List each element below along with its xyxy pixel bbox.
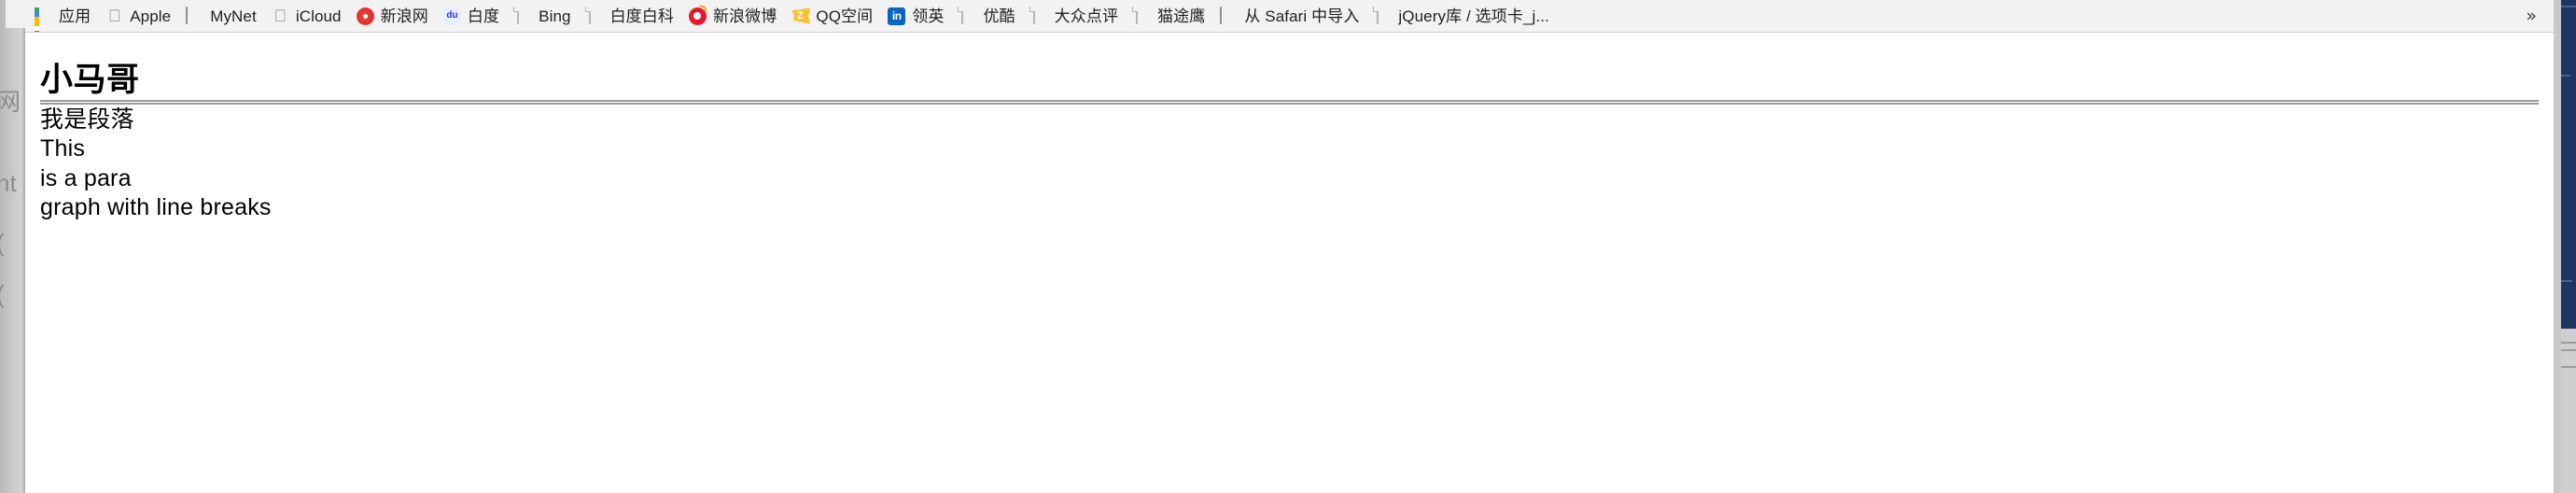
bookmark-item-mynet[interactable]: MyNet	[178, 3, 264, 29]
paragraph-with-line-breaks: This is a para graph with line breaks	[40, 134, 2539, 222]
page-icon	[1374, 6, 1392, 25]
bookmark-label: 猫途鹰	[1157, 7, 1206, 25]
bookmark-item-weibo[interactable]: 新浪微博	[681, 3, 784, 29]
bookmark-label: iCloud	[295, 7, 342, 25]
page-title: 小马哥	[40, 62, 140, 98]
window-icon	[186, 6, 203, 25]
paragraph-line: is a para	[40, 164, 132, 191]
page-icon	[1133, 6, 1151, 25]
bookmark-item-apps[interactable]: 应用	[27, 3, 98, 32]
bookmark-item-baidu-baike[interactable]: 白度白科	[579, 3, 681, 29]
bookmark-label: 应用	[59, 7, 91, 25]
background-window-left-titlebar	[6, 0, 25, 28]
weibo-icon	[688, 7, 707, 25]
bookmark-item-youku[interactable]: 优酷	[951, 3, 1022, 29]
baidu-icon: du	[442, 7, 461, 25]
bookmark-item-bing[interactable]: Bing	[507, 3, 578, 29]
bookmark-label: 新浪微博	[712, 7, 777, 25]
page-icon	[959, 6, 976, 25]
bookmark-label: 新浪网	[380, 7, 428, 25]
bookmark-label: 白度白科	[609, 7, 674, 25]
apple-icon: 	[105, 7, 123, 25]
bookmark-item-apple[interactable]:  Apple	[98, 3, 178, 29]
page-icon	[586, 6, 604, 25]
background-window-left: 网 nt ( (	[0, 0, 25, 493]
background-fragment-0: 网	[0, 88, 21, 116]
background-fragment-2: (	[0, 231, 5, 255]
bookmark-label: MyNet	[210, 7, 257, 25]
bookmark-label: 从 Safari 中导入	[1244, 7, 1360, 25]
bookmark-label: 大众点评	[1054, 7, 1119, 25]
window-icon	[1220, 6, 1238, 25]
bookmark-item-linkedin[interactable]: in 领英	[880, 3, 951, 29]
bookmarks-bar: 应用  Apple MyNet  iCloud 新浪网 du 白度	[25, 0, 2554, 33]
background-window-right	[2554, 0, 2576, 493]
bookmark-item-qzone[interactable]: Z QQ空间	[784, 3, 880, 29]
bookmark-item-baidu[interactable]: du 白度	[436, 3, 507, 29]
bookmark-label: Apple	[130, 7, 172, 25]
bookmark-label: jQuery库 / 选项卡_j...	[1398, 7, 1549, 25]
bookmark-item-dianping[interactable]: 大众点评	[1023, 3, 1126, 29]
bookmark-label: QQ空间	[816, 7, 874, 25]
apps-grid-icon	[35, 7, 52, 32]
background-fragment-3: (	[0, 282, 5, 306]
bookmark-item-icloud[interactable]:  iCloud	[264, 3, 349, 29]
qq-star-icon: Z	[791, 7, 809, 25]
sina-icon	[356, 7, 374, 25]
apple-icon: 	[272, 7, 289, 25]
browser-window: 应用  Apple MyNet  iCloud 新浪网 du 白度	[25, 0, 2554, 493]
bookmarks-overflow-button[interactable]: »	[2520, 0, 2542, 32]
bookmark-item-jquery[interactable]: jQuery库 / 选项卡_j...	[1366, 3, 1556, 29]
bookmark-label: 白度	[467, 7, 500, 25]
bookmark-label: 领英	[912, 7, 945, 25]
bookmark-label: 优酷	[983, 7, 1015, 25]
page-viewport: 小马哥 我是段落 This is a para graph with line …	[25, 33, 2554, 493]
page-icon	[1030, 6, 1048, 25]
bookmark-item-sina[interactable]: 新浪网	[349, 3, 436, 29]
screenshot-root: 网 nt ( ( 应用  Apple	[0, 0, 2576, 493]
bookmark-item-safari-import[interactable]: 从 Safari 中导入	[1212, 3, 1366, 29]
paragraph-line: This	[40, 135, 86, 162]
background-window-right-footer	[2561, 329, 2576, 493]
paragraph-chinese: 我是段落	[40, 106, 134, 133]
bookmark-item-tripadvisor[interactable]: 猫途鹰	[1126, 3, 1212, 29]
bookmark-label: Bing	[539, 7, 571, 25]
background-fragment-1: nt	[0, 169, 17, 197]
page-content: 小马哥 我是段落 This is a para graph with line …	[25, 61, 2554, 222]
paragraph-line: graph with line breaks	[40, 193, 272, 220]
linkedin-icon: in	[888, 7, 906, 25]
page-icon	[514, 6, 532, 25]
background-window-right-body	[2561, 0, 2576, 329]
